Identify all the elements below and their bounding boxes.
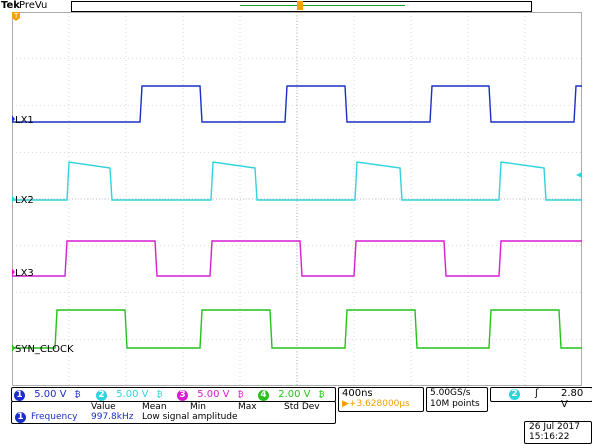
- ch1-scale: 5.00 V: [34, 389, 67, 400]
- waveform-display[interactable]: T 1LX12LX23LX34SYN_CLOCK: [12, 12, 582, 386]
- ch1-bw-icon: ₿: [74, 390, 81, 399]
- trigger-level-marker[interactable]: [576, 172, 582, 178]
- ch3-scale: 5.00 V: [197, 389, 230, 400]
- graticule: [12, 12, 582, 386]
- sample-rate: 5.00GS/s: [430, 388, 471, 398]
- ch3-chip: 3: [177, 390, 188, 401]
- ch4-label: SYN_CLOCK: [15, 344, 74, 355]
- trigger-offset: ▶+3.628000µs: [342, 399, 410, 409]
- ch2-bw-icon: ₿: [156, 390, 163, 399]
- measurement-panel[interactable]: Value Mean Min Max Std Dev 1 Frequency 9…: [11, 401, 336, 424]
- meas-channel-chip: 1: [15, 412, 26, 423]
- meas-header-min: Min: [190, 402, 206, 412]
- ch3-label: LX3: [15, 268, 34, 279]
- timebase: 400ns: [342, 388, 373, 399]
- meas-value: 997.8kHz: [91, 412, 134, 422]
- ch1-chip: 1: [14, 390, 25, 401]
- meas-header-mean: Mean: [142, 402, 167, 412]
- date: 26 Jul 2017: [529, 422, 580, 432]
- horizontal-readout[interactable]: 400ns ▶+3.628000µs: [338, 387, 424, 412]
- meas-note: Low signal amplitude: [142, 412, 238, 422]
- record-view-window: [240, 5, 405, 6]
- trigger-readout[interactable]: 2 ʃ 2.80 V: [490, 387, 592, 410]
- meas-name[interactable]: Frequency: [31, 412, 78, 422]
- ch3-scale-group[interactable]: 3 5.00 V ₿: [177, 389, 244, 401]
- record-length: 10M points: [430, 399, 480, 409]
- acquisition-mode-label: PreVu: [19, 0, 48, 11]
- ch4-chip: 4: [258, 390, 269, 401]
- datetime-readout: 26 Jul 2017 15:16:22: [524, 421, 592, 444]
- meas-header-value: Value: [91, 402, 116, 412]
- acquisition-readout[interactable]: 5.00GS/s 10M points: [426, 387, 488, 412]
- trigger-source-chip: 2: [509, 389, 520, 400]
- ch2-scale-group[interactable]: 2 5.00 V ₿: [96, 389, 163, 401]
- svg-text:T: T: [13, 12, 19, 20]
- trigger-level: 2.80 V: [561, 388, 584, 410]
- meas-header-stddev: Std Dev: [284, 402, 320, 412]
- time: 15:16:22: [529, 432, 570, 442]
- ch2-label: LX2: [15, 195, 34, 206]
- ch2-chip: 2: [96, 390, 107, 401]
- trigger-time-marker: T: [12, 12, 20, 21]
- brand-label: Tek: [1, 0, 20, 11]
- ch3-bw-icon: ₿: [237, 390, 244, 399]
- ch1-scale-group[interactable]: 1 5.00 V ₿: [14, 389, 81, 401]
- channel-scale-readout[interactable]: 1 5.00 V ₿ 2 5.00 V ₿ 3 5.00 V ₿ 4 2.00 …: [11, 387, 336, 402]
- trigger-slope-icon: ʃ: [535, 388, 539, 399]
- ch4-scale-group[interactable]: 4 2.00 V ₿: [258, 389, 325, 401]
- ch1-label: LX1: [15, 115, 34, 126]
- meas-header-max: Max: [238, 402, 257, 412]
- ch2-scale: 5.00 V: [116, 389, 149, 400]
- ch4-bw-icon: ₿: [318, 390, 325, 399]
- trigger-position-marker[interactable]: [297, 1, 303, 10]
- ch4-scale: 2.00 V: [278, 389, 311, 400]
